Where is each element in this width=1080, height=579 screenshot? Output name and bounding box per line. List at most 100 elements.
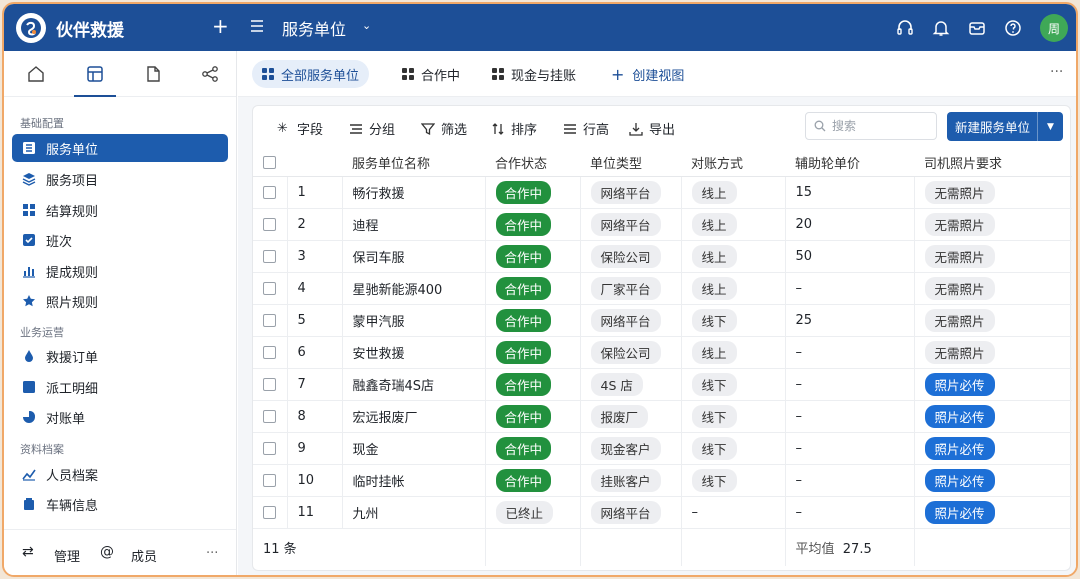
row-select-cell[interactable] bbox=[253, 400, 288, 433]
chevron-down-icon[interactable]: ⌄ bbox=[362, 19, 371, 32]
filter-button[interactable]: 筛选 bbox=[421, 119, 467, 138]
status-cell[interactable]: 合作中 bbox=[485, 400, 581, 433]
row-select-cell[interactable] bbox=[253, 176, 288, 209]
price-cell[interactable]: – bbox=[785, 336, 915, 369]
price-cell[interactable]: 15 bbox=[785, 176, 915, 209]
sidebar-item-service-unit[interactable]: 服务单位 bbox=[12, 134, 228, 162]
table-row[interactable]: 1 畅行救援 合作中 网络平台 线上 15 无需照片 bbox=[253, 176, 1072, 209]
recon-cell[interactable]: 线上 bbox=[681, 176, 786, 209]
table-row[interactable]: 7 融鑫奇瑞4S店 合作中 4S 店 线下 – 照片必传 bbox=[253, 368, 1072, 401]
row-select-cell[interactable] bbox=[253, 432, 288, 465]
unit-type-cell[interactable]: 网络平台 bbox=[580, 496, 682, 529]
unit-name-cell[interactable]: 迪程 bbox=[342, 208, 486, 241]
select-all-cell[interactable] bbox=[253, 150, 287, 177]
photo-cell[interactable]: 照片必传 bbox=[914, 368, 1072, 401]
fields-button[interactable]: ✳ 字段 bbox=[277, 119, 323, 138]
column-header[interactable]: 单位类型 bbox=[580, 150, 681, 177]
recon-cell[interactable]: – bbox=[681, 496, 786, 529]
add-table-button[interactable]: + bbox=[212, 15, 229, 37]
price-cell[interactable]: – bbox=[785, 496, 915, 529]
export-button[interactable]: 导出 bbox=[629, 119, 675, 138]
unit-name-cell[interactable]: 临时挂帐 bbox=[342, 464, 486, 497]
checkbox[interactable] bbox=[263, 505, 276, 519]
checkbox[interactable] bbox=[263, 281, 276, 295]
unit-name-cell[interactable]: 星驰新能源400 bbox=[342, 272, 486, 305]
recon-cell[interactable]: 线下 bbox=[681, 304, 786, 337]
status-cell[interactable]: 合作中 bbox=[485, 432, 581, 465]
tab-all-units[interactable]: 全部服务单位 bbox=[252, 60, 370, 88]
unit-name-cell[interactable]: 安世救援 bbox=[342, 336, 486, 369]
status-cell[interactable]: 合作中 bbox=[485, 368, 581, 401]
sidebar-item-personnel[interactable]: 人员档案 bbox=[12, 460, 228, 488]
table-row[interactable]: 6 安世救援 合作中 保险公司 线上 – 无需照片 bbox=[253, 336, 1072, 369]
recon-cell[interactable]: 线下 bbox=[681, 432, 786, 465]
status-cell[interactable]: 合作中 bbox=[485, 464, 581, 497]
unit-name-cell[interactable]: 保司车服 bbox=[342, 240, 486, 273]
headset-icon[interactable] bbox=[895, 18, 915, 38]
unit-type-cell[interactable]: 报废厂 bbox=[580, 400, 682, 433]
unit-name-cell[interactable]: 九州 bbox=[342, 496, 486, 529]
checkbox[interactable] bbox=[263, 249, 276, 263]
column-header[interactable]: 合作状态 bbox=[485, 150, 580, 177]
unit-type-cell[interactable]: 网络平台 bbox=[580, 304, 682, 337]
members-link[interactable]: 成员 bbox=[131, 546, 157, 565]
recon-cell[interactable]: 线上 bbox=[681, 272, 786, 305]
table-row[interactable]: 9 现金 合作中 现金客户 线下 – 照片必传 bbox=[253, 432, 1072, 465]
row-select-cell[interactable] bbox=[253, 464, 288, 497]
photo-cell[interactable]: 照片必传 bbox=[914, 400, 1072, 433]
row-height-button[interactable]: 行高 bbox=[563, 119, 609, 138]
help-icon[interactable] bbox=[1003, 18, 1023, 38]
photo-cell[interactable]: 照片必传 bbox=[914, 464, 1072, 497]
price-cell[interactable]: 20 bbox=[785, 208, 915, 241]
column-header[interactable]: 服务单位名称 bbox=[342, 150, 485, 177]
new-service-unit-button[interactable]: 新建服务单位 ▼ bbox=[947, 112, 1063, 141]
sidebar-item-service-project[interactable]: 服务项目 bbox=[12, 165, 228, 193]
recon-cell[interactable]: 线下 bbox=[681, 400, 786, 433]
photo-cell[interactable]: 无需照片 bbox=[914, 272, 1072, 305]
table-icon[interactable] bbox=[74, 61, 116, 97]
unit-name-cell[interactable]: 现金 bbox=[342, 432, 486, 465]
group-button[interactable]: 分组 bbox=[349, 119, 395, 138]
photo-cell[interactable]: 无需照片 bbox=[914, 208, 1072, 241]
unit-type-cell[interactable]: 4S 店 bbox=[580, 368, 682, 401]
photo-cell[interactable]: 照片必传 bbox=[914, 496, 1072, 529]
unit-type-cell[interactable]: 挂账客户 bbox=[580, 464, 682, 497]
tab-cash-credit[interactable]: 现金与挂账 bbox=[482, 60, 586, 88]
unit-type-cell[interactable]: 现金客户 bbox=[580, 432, 682, 465]
row-select-cell[interactable] bbox=[253, 336, 288, 369]
status-cell[interactable]: 合作中 bbox=[485, 304, 581, 337]
price-cell[interactable]: – bbox=[785, 400, 915, 433]
recon-cell[interactable]: 线上 bbox=[681, 208, 786, 241]
photo-cell[interactable]: 无需照片 bbox=[914, 240, 1072, 273]
checkbox[interactable] bbox=[263, 409, 276, 423]
more-options-icon[interactable]: ··· bbox=[1050, 64, 1063, 80]
recon-cell[interactable]: 线下 bbox=[681, 368, 786, 401]
checkbox[interactable] bbox=[263, 156, 276, 170]
recon-cell[interactable]: 线上 bbox=[681, 336, 786, 369]
checkbox[interactable] bbox=[263, 313, 276, 327]
bell-icon[interactable] bbox=[931, 18, 951, 38]
table-row[interactable]: 3 保司车服 合作中 保险公司 线上 50 无需照片 bbox=[253, 240, 1072, 273]
at-icon[interactable]: @ bbox=[100, 544, 114, 560]
table-row[interactable]: 8 宏远报废厂 合作中 报废厂 线下 – 照片必传 bbox=[253, 400, 1072, 433]
price-cell[interactable]: – bbox=[785, 464, 915, 497]
row-select-cell[interactable] bbox=[253, 368, 288, 401]
row-select-cell[interactable] bbox=[253, 272, 288, 305]
recon-cell[interactable]: 线上 bbox=[681, 240, 786, 273]
share-icon[interactable] bbox=[197, 61, 223, 87]
sidebar-item-shift[interactable]: 班次 bbox=[12, 226, 228, 254]
checkbox[interactable] bbox=[263, 441, 276, 455]
more-icon[interactable]: ··· bbox=[206, 546, 218, 561]
status-cell[interactable]: 合作中 bbox=[485, 208, 581, 241]
view-title[interactable]: 服务单位 bbox=[282, 16, 346, 40]
unit-type-cell[interactable]: 网络平台 bbox=[580, 208, 682, 241]
home-icon[interactable] bbox=[23, 61, 49, 87]
sidebar-item-settlement-rules[interactable]: 结算规则 bbox=[12, 196, 228, 224]
sidebar-item-photo-rules[interactable]: 照片规则 bbox=[12, 287, 228, 315]
menu-icon[interactable] bbox=[250, 19, 264, 33]
search-input[interactable] bbox=[832, 119, 928, 133]
status-cell[interactable]: 合作中 bbox=[485, 240, 581, 273]
photo-cell[interactable]: 照片必传 bbox=[914, 432, 1072, 465]
unit-name-cell[interactable]: 融鑫奇瑞4S店 bbox=[342, 368, 486, 401]
unit-type-cell[interactable]: 保险公司 bbox=[580, 240, 682, 273]
